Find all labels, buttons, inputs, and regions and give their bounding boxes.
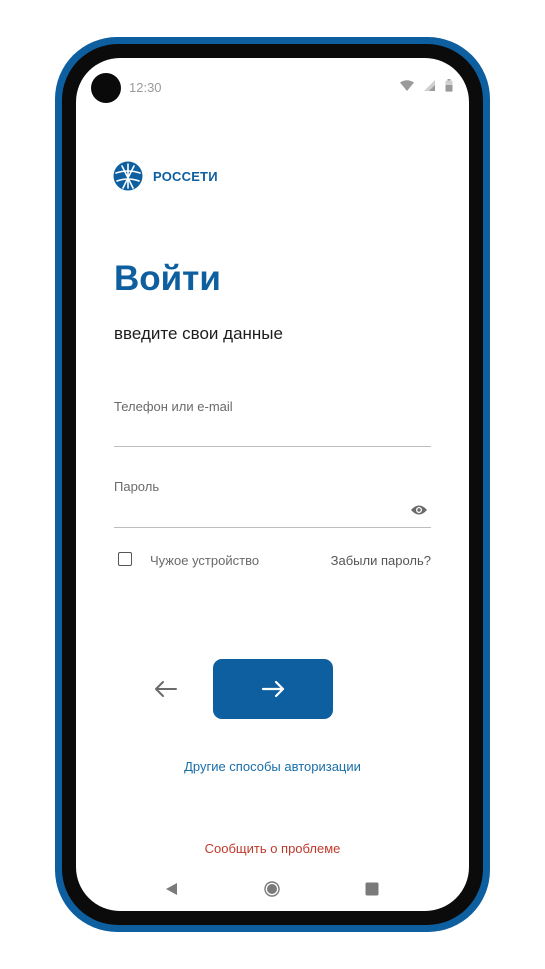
report-problem-link[interactable]: Сообщить о проблеме xyxy=(76,841,469,856)
page-subtitle: введите свои данные xyxy=(114,324,283,343)
nav-home-icon[interactable] xyxy=(264,881,280,897)
battery-icon xyxy=(445,79,453,92)
wifi-icon xyxy=(400,80,414,91)
nav-back-icon[interactable] xyxy=(165,882,179,896)
brand-name: РОССЕТИ xyxy=(153,168,218,184)
next-button[interactable] xyxy=(213,659,333,719)
arrow-left-icon[interactable] xyxy=(153,676,179,702)
forgot-password-link[interactable]: Забыли пароль? xyxy=(331,553,431,568)
system-nav-bar xyxy=(76,878,469,900)
brand: РОССЕТИ xyxy=(113,161,218,191)
foreign-device-checkbox[interactable] xyxy=(118,552,132,566)
password-underline xyxy=(114,527,431,528)
login-input[interactable] xyxy=(114,420,431,447)
status-icons xyxy=(400,79,453,92)
rosseti-logo-icon xyxy=(113,161,143,191)
stage: 12:30 РОССЕТИ Войти введите свои данные … xyxy=(0,0,545,969)
other-auth-link[interactable]: Другие способы авторизации xyxy=(76,759,469,774)
arrow-right-icon xyxy=(261,680,285,698)
phone-screen: 12:30 РОССЕТИ Войти введите свои данные … xyxy=(76,58,469,911)
foreign-device-label: Чужое устройство xyxy=(150,553,260,568)
login-field-label: Телефон или e-mail xyxy=(114,399,233,414)
status-time: 12:30 xyxy=(129,80,162,95)
nav-recent-icon[interactable] xyxy=(365,882,379,896)
password-input[interactable] xyxy=(114,500,404,526)
eye-icon[interactable] xyxy=(410,504,428,516)
page-title: Войти xyxy=(114,259,221,298)
signal-icon xyxy=(424,80,435,91)
password-field-label: Пароль xyxy=(114,479,160,494)
front-camera xyxy=(91,73,121,103)
